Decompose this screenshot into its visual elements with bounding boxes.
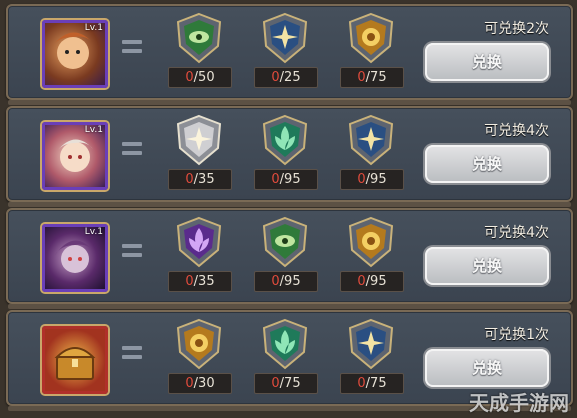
level-label: Lv.1 <box>84 23 103 33</box>
level-label: Lv.1 <box>84 227 103 237</box>
cost-count: 0/35 <box>168 169 232 190</box>
purple-lotus-emblem-icon <box>176 216 222 268</box>
exchange-row: Lv.1 0/50 0/25 0/75 可兑换2次 兑换 <box>6 4 573 105</box>
green-eye-emblem-icon <box>176 12 222 64</box>
gold-sun-emblem-icon <box>348 12 394 64</box>
cost-count: 0/95 <box>340 271 404 292</box>
equals-icon <box>122 142 142 158</box>
watermark: 天成手游网 <box>469 391 569 415</box>
gold-sun-emblem-icon <box>348 216 394 268</box>
cost-count: 0/75 <box>254 373 318 394</box>
exchange-button[interactable]: 兑换 <box>425 349 549 387</box>
exchange-row: Lv.1 0/35 0/95 0/95 可兑换4次 兑换 <box>6 208 573 309</box>
reward-item[interactable] <box>42 326 108 394</box>
cost-count: 0/35 <box>168 271 232 292</box>
exchange-button[interactable]: 兑换 <box>425 145 549 183</box>
hero-portrait[interactable]: Lv.1 <box>42 224 108 292</box>
cost-count: 0/95 <box>254 169 318 190</box>
blue-star-emblem-icon <box>348 318 394 370</box>
cost-count: 0/50 <box>168 67 232 88</box>
equals-icon <box>122 244 142 260</box>
cost-count: 0/25 <box>254 67 318 88</box>
cost-count: 0/95 <box>340 169 404 190</box>
blue-star-emblem-icon <box>348 114 394 166</box>
blue-star-emblem-icon <box>262 12 308 64</box>
cost-count: 0/75 <box>340 67 404 88</box>
cost-count: 0/30 <box>168 373 232 394</box>
exchange-button[interactable]: 兑换 <box>425 43 549 81</box>
level-label: Lv.1 <box>84 125 103 135</box>
green-lotus-emblem-icon <box>262 114 308 166</box>
gold-sun-emblem-icon <box>176 318 222 370</box>
hero-portrait[interactable]: Lv.1 <box>42 122 108 190</box>
exchange-remaining-text: 可兑换2次 <box>484 21 549 37</box>
exchange-row: Lv.1 0/35 0/95 0/95 可兑换4次 兑换 <box>6 106 573 207</box>
silver-star-emblem-icon <box>176 114 222 166</box>
exchange-remaining-text: 可兑换1次 <box>484 327 549 343</box>
hero-portrait[interactable]: Lv.1 <box>42 20 108 88</box>
cost-count: 0/75 <box>340 373 404 394</box>
exchange-remaining-text: 可兑换4次 <box>484 123 549 139</box>
green-lotus-emblem-icon <box>262 318 308 370</box>
equals-icon <box>122 346 142 362</box>
green-eye-emblem-icon <box>262 216 308 268</box>
cost-count: 0/95 <box>254 271 318 292</box>
equals-icon <box>122 40 142 56</box>
exchange-button[interactable]: 兑换 <box>425 247 549 285</box>
exchange-remaining-text: 可兑换4次 <box>484 225 549 241</box>
treasure-chest-icon <box>54 347 96 380</box>
exchange-panel: Lv.1 0/50 0/25 0/75 可兑换2次 兑换 Lv.1 0/35 0… <box>0 0 577 418</box>
